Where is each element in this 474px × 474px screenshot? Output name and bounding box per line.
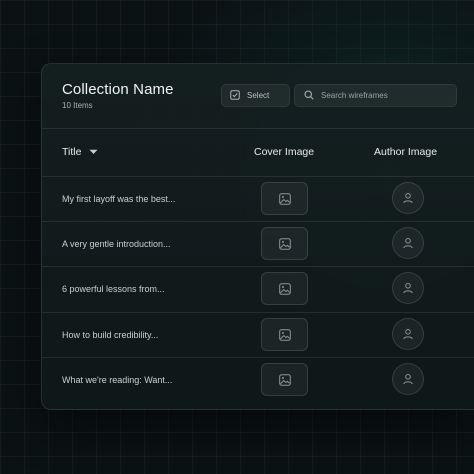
user-icon bbox=[403, 329, 413, 340]
row-title: 6 powerful lessons from... bbox=[62, 284, 165, 294]
column-header-author-image: Author Image bbox=[374, 146, 438, 158]
search-box[interactable] bbox=[294, 84, 457, 107]
collection-title: Collection Name bbox=[62, 81, 174, 98]
author-avatar-placeholder[interactable] bbox=[392, 182, 424, 214]
column-header-title[interactable]: Title bbox=[62, 146, 98, 158]
image-icon bbox=[278, 328, 291, 341]
caret-down-icon[interactable] bbox=[89, 146, 98, 158]
cover-image-placeholder[interactable] bbox=[261, 363, 308, 396]
user-icon bbox=[403, 283, 413, 294]
row-title: What we're reading: Want... bbox=[62, 375, 173, 385]
checkbox-icon bbox=[230, 89, 240, 102]
column-header-cover-image: Cover Image bbox=[254, 146, 315, 158]
select-label: Select bbox=[247, 91, 270, 100]
cover-image-placeholder[interactable] bbox=[261, 182, 308, 215]
author-avatar-placeholder[interactable] bbox=[392, 272, 424, 304]
user-icon bbox=[403, 193, 413, 204]
search-icon bbox=[304, 87, 314, 105]
cover-image-placeholder[interactable] bbox=[261, 318, 308, 351]
image-icon bbox=[278, 282, 291, 295]
table-row[interactable]: What we're reading: Want... bbox=[42, 358, 474, 403]
user-icon bbox=[403, 238, 413, 249]
row-title: How to build credibility... bbox=[62, 330, 159, 340]
select-button[interactable]: Select bbox=[221, 84, 290, 107]
image-icon bbox=[278, 237, 291, 250]
image-icon bbox=[278, 192, 291, 205]
table-row[interactable]: My first layoff was the best... bbox=[42, 177, 474, 222]
cover-image-placeholder[interactable] bbox=[261, 227, 308, 260]
author-avatar-placeholder[interactable] bbox=[392, 318, 424, 350]
table-row[interactable]: A very gentle introduction... bbox=[42, 222, 474, 267]
collection-panel: Collection Name 10 Items Select Title Co… bbox=[41, 63, 474, 410]
item-count: 10 Items bbox=[62, 101, 93, 110]
author-avatar-placeholder[interactable] bbox=[392, 363, 424, 395]
row-title: A very gentle introduction... bbox=[62, 239, 171, 249]
row-title: My first layoff was the best... bbox=[62, 194, 176, 204]
user-icon bbox=[403, 374, 413, 385]
column-header-title-label: Title bbox=[62, 146, 82, 158]
table-row[interactable]: 6 powerful lessons from... bbox=[42, 267, 474, 312]
image-icon bbox=[278, 373, 291, 386]
search-input[interactable] bbox=[321, 91, 441, 100]
cover-image-placeholder[interactable] bbox=[261, 272, 308, 305]
author-avatar-placeholder[interactable] bbox=[392, 227, 424, 259]
header-divider bbox=[42, 128, 474, 129]
table-row[interactable]: How to build credibility... bbox=[42, 313, 474, 358]
